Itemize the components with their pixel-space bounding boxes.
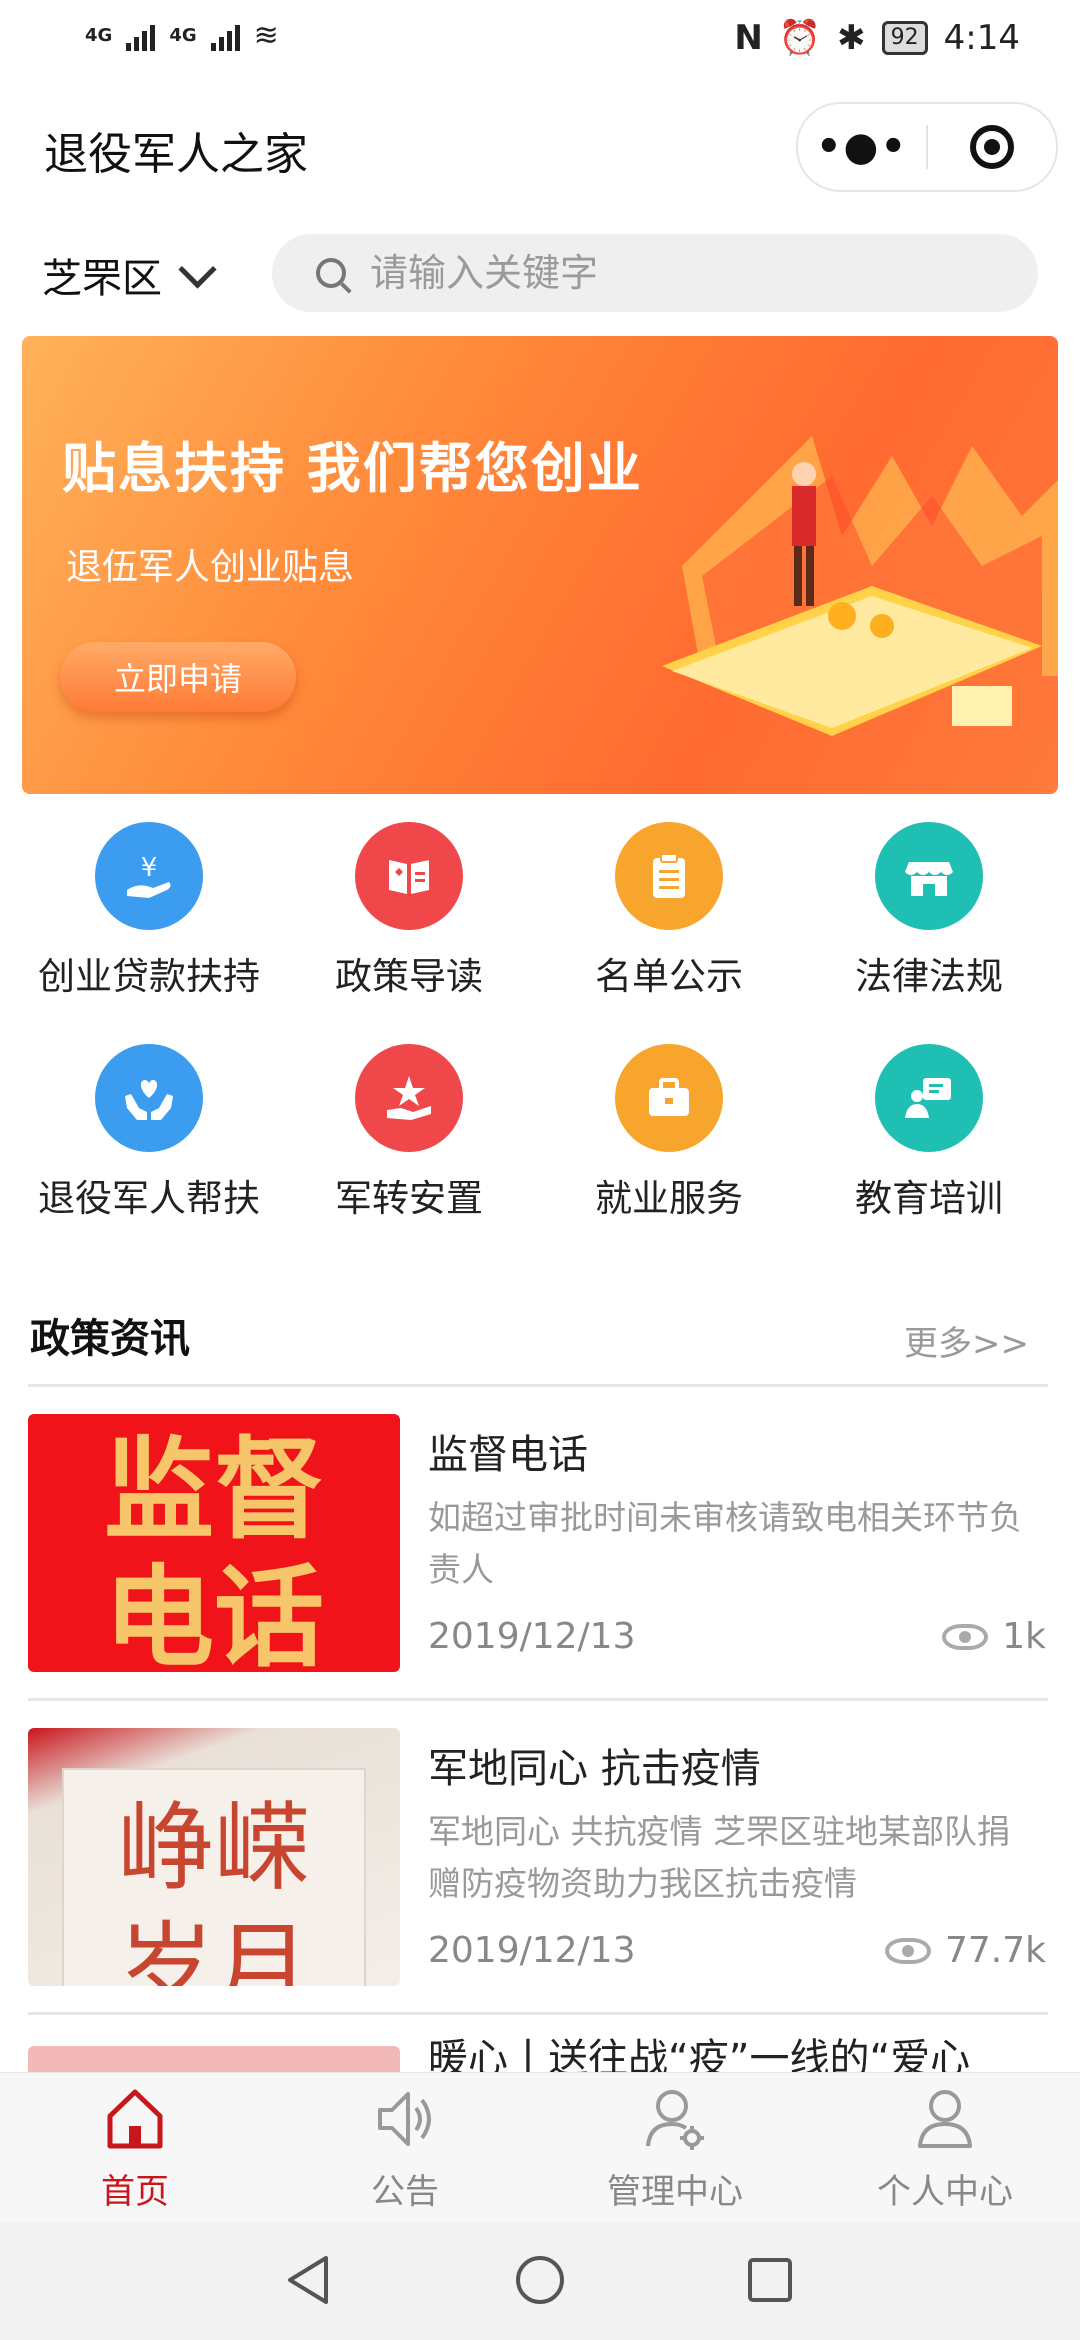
news-title: 暖心丨送往战“疫”一线的“爱心 [428,2036,971,2072]
speaker-icon [378,2092,431,2146]
recents-nav-icon[interactable] [742,2252,798,2308]
news-item[interactable]: 暖心丨送往战“疫”一线的“爱心 [0,2026,1080,2072]
divider [28,1698,1048,1701]
banner-illustration [662,436,1058,736]
home-icon [107,2089,163,2149]
tab-label: 个人中心 [877,2172,1013,2212]
grid-item-policy[interactable]: 政策导读 [279,822,539,1000]
star-hand-icon [355,1044,463,1152]
briefcase-icon [615,1044,723,1152]
grid-label: 法律法规 [855,955,1003,998]
grid-label: 创业贷款扶持 [38,955,260,998]
battery-indicator: 92 [881,21,928,55]
grid-item-education[interactable]: 教育培训 [799,1044,1059,1222]
tab-management[interactable]: 管理中心 [540,2084,810,2213]
news-date: 2019/12/13 [428,1930,636,1971]
news-desc: 如超过审批时间未审核请致电相关环节负责人 [428,1498,1022,1589]
view-count-value: 77.7k [944,1930,1046,1971]
miniprogram-capsule: •●• [796,102,1058,192]
banner-subtitle: 退伍军人创业贴息 [66,547,355,588]
apply-now-button[interactable]: 立即申请 [60,642,296,712]
loan-hand-icon: ¥ [95,822,203,930]
news-desc: 军地同心 共抗疫情 芝罘区驻地某部队捐赠防疫物资助力我区抗击疫情 [428,1812,1010,1903]
promo-banner[interactable]: 贴息扶持 我们帮您创业 退伍军人创业贴息 立即申请 [22,336,1058,794]
grid-label: 教育培训 [855,1177,1003,1220]
training-person-icon [875,1044,983,1152]
close-miniprogram-button[interactable] [928,125,1056,169]
search-icon [316,258,346,288]
grid-label: 就业服务 [595,1177,743,1220]
news-item[interactable]: 峥嵘 岁月 军地同心 抗击疫情 军地同心 共抗疫情 芝罘区驻地某部队捐赠防疫物资… [0,1714,1080,2014]
grid-item-employment[interactable]: 就业服务 [539,1044,799,1222]
wifi-icon: ≋ [253,18,279,53]
divider [28,1384,1048,1387]
view-count: 77.7k [884,1930,1046,1971]
view-count-value: 1k [1002,1616,1046,1657]
grid-item-list[interactable]: 名单公示 [539,822,799,1000]
search-input[interactable] [368,250,972,296]
banner-headline: 贴息扶持 我们帮您创业 [62,437,643,500]
clock: 4:14 [943,18,1020,58]
status-right: N ⏰ ✱ 92 4:14 [734,18,1020,58]
more-link[interactable]: 更多>> [904,1316,1029,1365]
user-icon [918,2090,972,2148]
alarm-icon: ⏰ [778,18,822,58]
svg-text:¥: ¥ [141,853,158,883]
grid-item-veteran-help[interactable]: 退役军人帮扶 [19,1044,279,1222]
eye-icon [884,1937,931,1964]
tab-profile[interactable]: 个人中心 [810,2084,1080,2213]
grid-item-loan[interactable]: ¥ 创业贷款扶持 [19,822,279,1000]
news-title: 监督电话 [428,1432,588,1478]
system-nav-bar [0,2222,1080,2340]
home-nav-icon[interactable] [512,2252,568,2308]
user-gear-icon [646,2090,704,2150]
thumbnail-text: 监督 [104,1425,324,1554]
grid-label: 退役军人帮扶 [38,1177,260,1220]
news-title: 军地同心 抗击疫情 [428,1746,761,1792]
grid-item-resettlement[interactable]: 军转安置 [279,1044,539,1222]
tab-label: 管理中心 [607,2172,743,2212]
eye-icon [942,1623,989,1650]
signal-indicators: 4G 4G ≋ [85,18,279,53]
network-label-1: 4G [85,25,113,46]
policy-book-icon [355,822,463,930]
store-law-icon [875,822,983,930]
tab-label: 公告 [371,2172,439,2212]
clipboard-list-icon [615,822,723,930]
tab-announcement[interactable]: 公告 [270,2084,540,2213]
nfc-icon: N [734,18,763,58]
grid-label: 军转安置 [335,1177,483,1220]
grid-label: 政策导读 [335,955,483,998]
thumbnail-text: 电话 [104,1553,324,1673]
back-nav-icon[interactable] [282,2252,338,2308]
news-item[interactable]: 监督 电话 监督电话 如超过审批时间未审核请致电相关环节负责人 2019/12/… [0,1400,1080,1700]
page-title: 退役军人之家 [44,129,308,180]
grid-item-law[interactable]: 法律法规 [799,822,1059,1000]
news-thumbnail [28,2046,400,2072]
chevron-down-icon [178,249,217,289]
heart-hands-icon [95,1044,203,1152]
target-icon [970,125,1014,169]
bluetooth-icon: ✱ [837,18,866,58]
news-thumbnail: 峥嵘 岁月 [28,1728,400,1986]
signal-icon [210,21,240,51]
tab-home[interactable]: 首页 [0,2084,270,2213]
divider [28,2012,1048,2015]
status-bar: 4G 4G ≋ N ⏰ ✱ 92 4:14 [0,0,1080,80]
signal-icon [126,21,156,51]
thumbnail-text: 峥嵘 [118,1792,310,1904]
news-thumbnail: 监督 电话 [28,1414,400,1672]
grid-label: 名单公示 [595,955,743,998]
region-label: 芝罘区 [42,256,162,302]
region-selector[interactable]: 芝罘区 [42,246,217,304]
view-count: 1k [942,1616,1046,1657]
section-title: 政策资讯 [30,1316,190,1362]
network-label-2: 4G [169,25,197,46]
search-bar[interactable] [272,234,1038,312]
news-date: 2019/12/13 [428,1616,636,1657]
tab-label: 首页 [101,2172,169,2212]
thumbnail-text: 岁月 [118,1912,310,1986]
more-menu-button[interactable]: •●• [798,124,926,170]
